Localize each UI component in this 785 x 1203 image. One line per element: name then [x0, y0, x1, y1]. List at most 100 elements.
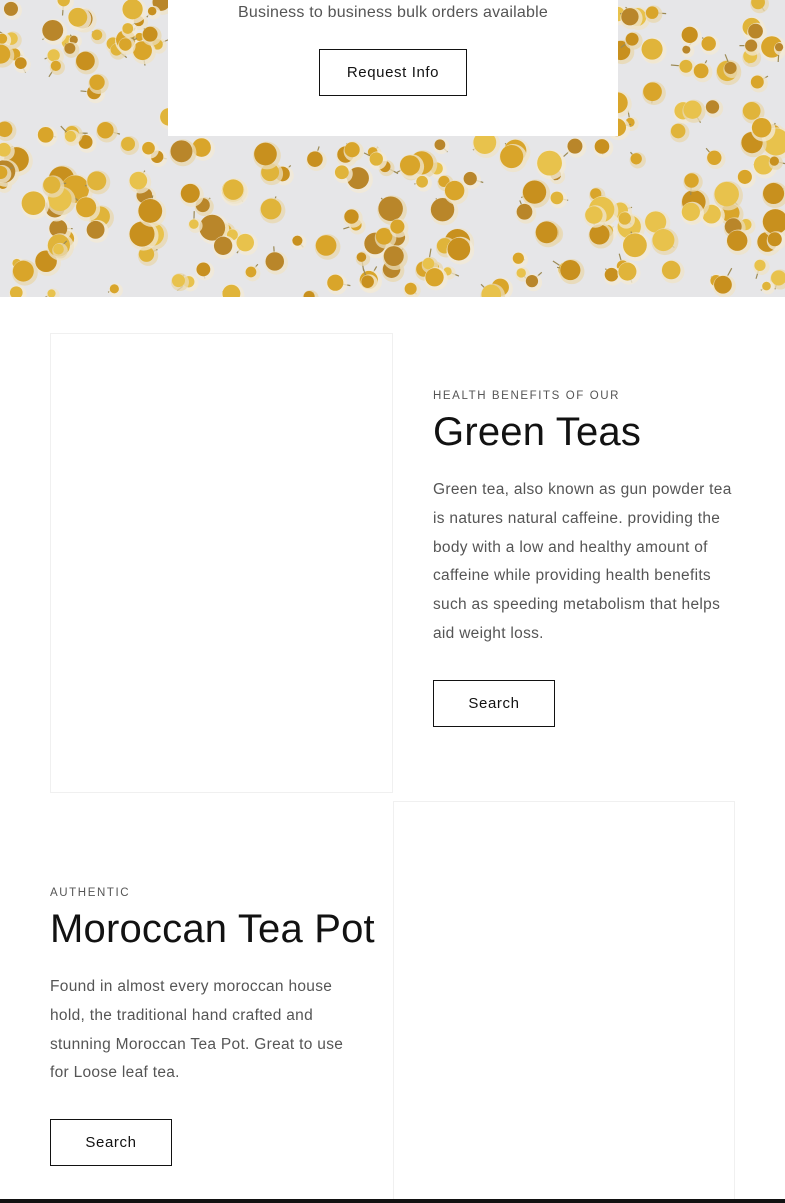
chamomile-flower — [13, 56, 31, 74]
chamomile-flower — [584, 205, 607, 228]
chamomile-flower — [556, 258, 585, 285]
chamomile-flower — [67, 6, 92, 31]
chamomile-flower — [700, 35, 720, 55]
chamomile-flower — [462, 170, 484, 190]
chamomile-flower — [141, 25, 162, 46]
chamomile-flower — [314, 234, 341, 260]
chamomile-flower — [75, 50, 99, 75]
chamomile-flower — [403, 281, 421, 297]
chamomile-flower — [713, 180, 743, 211]
tea-pot-eyebrow: AUTHENTIC — [50, 887, 131, 899]
chamomile-flower — [692, 60, 713, 83]
tea-pot-title: Moroccan Tea Pot — [50, 907, 375, 951]
chamomile-flower — [725, 229, 752, 255]
chamomile-flower — [682, 99, 706, 124]
chamomile-flower — [433, 138, 450, 155]
chamomile-flower — [446, 236, 475, 265]
chamomile-flower — [343, 208, 363, 228]
chamomile-flower — [333, 164, 353, 184]
chamomile-flower — [704, 99, 724, 118]
chamomile-flower — [0, 120, 17, 142]
chamomile-flower — [670, 58, 697, 77]
chamomile-flower — [128, 170, 152, 194]
chamomile-flower — [235, 232, 259, 256]
chamomile-flower — [680, 25, 702, 47]
chamomile-flower — [534, 220, 562, 248]
chamomile-flower — [619, 7, 643, 30]
chamomile-flower — [713, 274, 736, 297]
chamomile-flower — [389, 218, 409, 238]
chamomile-flower — [169, 139, 197, 167]
chamomile-flower — [593, 138, 614, 158]
chamomile-flower — [750, 0, 769, 14]
chamomile-flower — [306, 146, 327, 171]
chamomile-flower — [499, 144, 528, 173]
hero-banner: Business to business bulk orders availab… — [0, 0, 785, 297]
chamomile-flower — [424, 267, 448, 291]
green-teas-image — [50, 333, 393, 793]
tea-pot-description: Found in almost every moroccan house hol… — [50, 978, 344, 1082]
chamomile-flower — [244, 263, 261, 282]
chamomile-flower — [640, 37, 667, 64]
chamomile-flower — [511, 251, 528, 268]
chamomile-flower — [120, 136, 140, 155]
chamomile-flower — [36, 125, 58, 147]
chamomile-flower — [222, 178, 248, 204]
chamomile-flower — [396, 154, 425, 180]
green-teas-search-button[interactable]: Search — [433, 680, 555, 727]
chamomile-flower — [363, 151, 387, 170]
chamomile-flower — [753, 258, 770, 279]
chamomile-flower — [629, 151, 646, 169]
chamomile-flower — [195, 261, 215, 281]
chamomile-flower — [343, 141, 364, 162]
chamomile-flower — [85, 219, 109, 243]
chamomile-flower — [264, 246, 289, 275]
chamomile-flower — [382, 245, 408, 271]
chamomile-flower — [563, 137, 587, 158]
chamomile-flower — [96, 120, 121, 143]
footer-edge — [0, 1199, 785, 1203]
chamomile-flower — [642, 81, 666, 106]
chamomile-flower — [739, 38, 762, 56]
chamomile-flower — [253, 141, 281, 170]
chamomile-flower — [762, 181, 785, 209]
chamomile-flower — [88, 73, 109, 94]
chamomile-flower — [760, 280, 775, 295]
chamomile-flower — [680, 201, 704, 225]
chamomile-flower — [170, 273, 189, 292]
chamomile-flower — [63, 41, 80, 58]
chamomile-flower — [141, 140, 159, 159]
chamomile-flower — [11, 259, 38, 286]
chamomile-flower — [90, 28, 107, 45]
tea-pot-search-button[interactable]: Search — [50, 1119, 172, 1166]
chamomile-flower — [644, 5, 667, 23]
chamomile-flower — [302, 289, 319, 297]
green-teas-title: Green Teas — [433, 410, 642, 454]
hero-subtitle: Business to business bulk orders availab… — [238, 4, 548, 21]
green-teas-description: Green tea, also known as gun powder tea … — [433, 481, 732, 642]
chamomile-flower — [723, 54, 741, 79]
chamomile-flower — [291, 234, 307, 250]
chamomile-flower — [221, 283, 245, 297]
chamomile-flower — [326, 273, 351, 295]
chamomile-flower — [2, 0, 22, 20]
chamomile-flower — [8, 285, 27, 297]
chamomile-flower — [20, 190, 50, 219]
chamomile-flower — [749, 74, 769, 93]
tea-pot-image — [393, 801, 735, 1203]
chamomile-flower — [107, 283, 123, 297]
chamomile-flower — [750, 116, 776, 142]
chamomile-flower — [651, 228, 679, 256]
chamomile-flower — [179, 182, 204, 207]
request-info-button[interactable]: Request Info — [319, 49, 467, 96]
chamomile-flower — [212, 235, 237, 259]
chamomile-flower — [766, 231, 785, 251]
chamomile-flower — [41, 18, 68, 45]
chamomile-flower — [617, 261, 641, 285]
chamomile-flower — [146, 5, 161, 20]
chamomile-flower — [549, 190, 569, 209]
chamomile-flower — [536, 149, 566, 180]
chamomile-flower — [259, 196, 286, 224]
chamomile-flower — [44, 288, 60, 297]
green-teas-eyebrow: HEALTH BENEFITS OF OUR — [433, 390, 621, 402]
